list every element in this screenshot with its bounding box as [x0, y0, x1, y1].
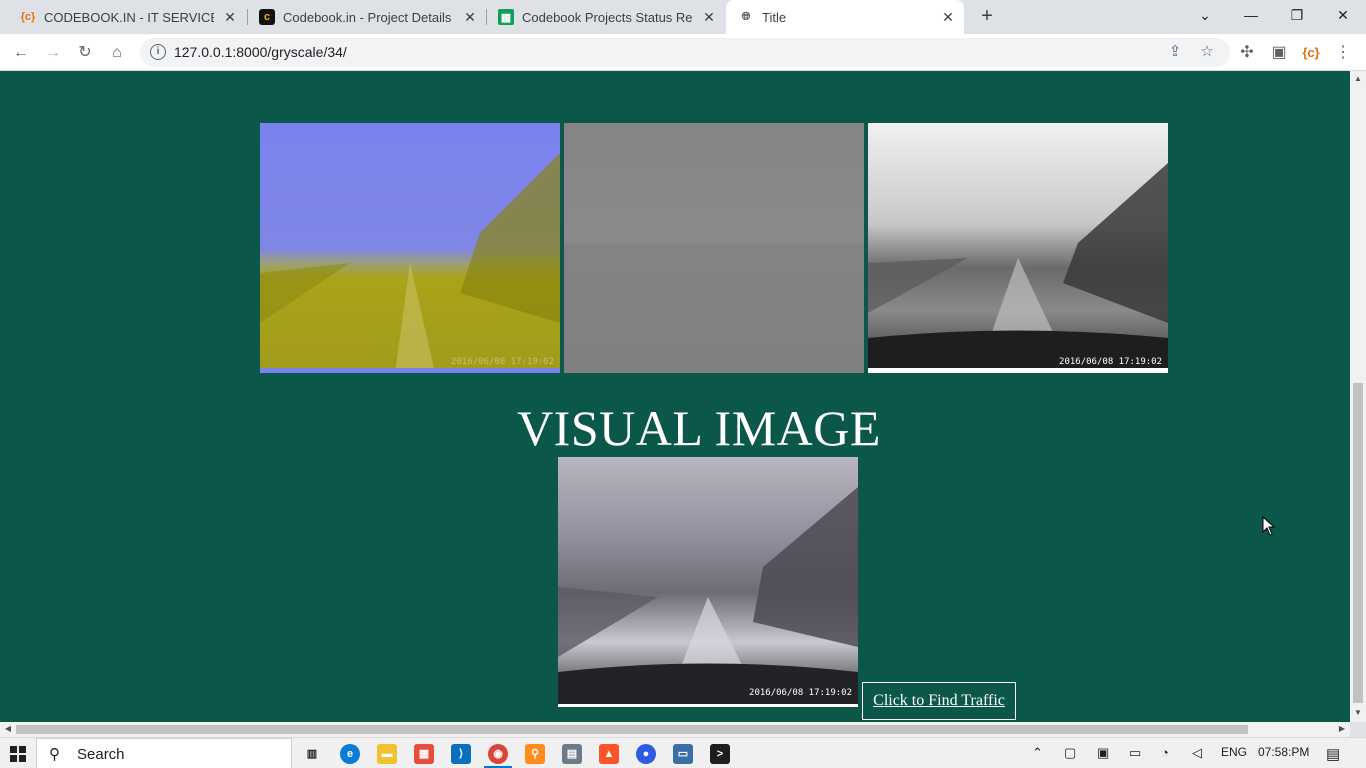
horizontal-scroll-thumb[interactable]	[16, 725, 1248, 734]
close-icon[interactable]: ✕	[701, 9, 717, 25]
tinted-image: 2016/06/08 17:19:02	[260, 123, 560, 373]
tab-project-details[interactable]: c Codebook.in - Project Details ✕	[247, 0, 486, 34]
horizontal-scrollbar[interactable]: ◀ ▶	[0, 722, 1350, 737]
tab-strip: {c} CODEBOOK.IN - IT SERVICES ✕ c Codebo…	[0, 0, 1366, 34]
vertical-scroll-thumb[interactable]	[1353, 383, 1363, 703]
home-icon[interactable]: ⌂	[104, 40, 130, 66]
codebook-extension-icon[interactable]: {c}	[1298, 40, 1324, 66]
page-content: 2016/06/08 17:19:02 2016/06/08 17:19:02 …	[0, 71, 1350, 722]
info-icon[interactable]: i	[150, 44, 166, 60]
vertical-scrollbar[interactable]: ▲ ▼	[1350, 71, 1366, 722]
side-panel-icon[interactable]: ▣	[1266, 40, 1292, 66]
tab-status-report[interactable]: ▦ Codebook Projects Status Report ✕	[486, 0, 725, 34]
volume-icon[interactable]: ◁	[1192, 745, 1202, 761]
taskbar-search-label: Search	[77, 746, 125, 763]
clock[interactable]: 07:58:PM	[1258, 745, 1309, 759]
terminal-icon[interactable]: >	[710, 744, 730, 764]
tab-title: Codebook Projects Status Report	[522, 9, 692, 25]
visual-image: 2016/06/08 17:19:02	[558, 457, 858, 707]
timestamp-label: 2016/06/08 17:19:02	[749, 688, 852, 698]
url-text[interactable]: 127.0.0.1:8000/gryscale/34/	[174, 44, 347, 60]
edge-icon[interactable]: e	[340, 744, 360, 764]
scroll-up-arrow-icon[interactable]: ▲	[1350, 74, 1366, 83]
timestamp-label: 2016/06/08 17:19:02	[451, 357, 554, 367]
task-view-icon[interactable]: ▥	[302, 744, 322, 764]
page-heading: VISUAL IMAGE	[517, 400, 881, 456]
taskbar-search[interactable]: ⚲ Search	[36, 738, 292, 768]
camera-icon[interactable]: ▢	[1064, 745, 1076, 761]
tab-title-active[interactable]: 🌐︎ Title ✕	[726, 0, 964, 34]
search-tool-icon[interactable]: ⚲	[525, 744, 545, 764]
wifi-icon[interactable]: ◔	[1161, 745, 1169, 760]
close-icon[interactable]: ✕	[940, 9, 956, 25]
brave-icon[interactable]: ▲	[599, 744, 619, 764]
share-icon[interactable]: ⇪	[1164, 41, 1186, 63]
tab-title: Codebook.in - Project Details	[283, 9, 452, 25]
chevron-up-icon[interactable]: ⌃	[1032, 745, 1043, 761]
minimize-button[interactable]: —	[1228, 0, 1274, 30]
reload-icon[interactable]: ↻	[72, 40, 98, 66]
tab-search-chevron-icon[interactable]: ⌄	[1182, 0, 1228, 30]
google-sheets-icon: ▦	[498, 9, 514, 25]
road-scene-illustration	[260, 153, 560, 373]
timestamp-label: 2016/06/08 17:19:02	[1059, 357, 1162, 367]
address-bar[interactable]: i 127.0.0.1:8000/gryscale/34/ ⇪ ☆	[140, 38, 1230, 67]
codebook-icon: {c}	[20, 11, 36, 23]
close-window-button[interactable]: ✕	[1320, 0, 1366, 30]
bw-image: 2016/06/08 17:19:02	[868, 123, 1168, 373]
find-traffic-button[interactable]: Click to Find Traffic	[862, 682, 1016, 720]
close-icon[interactable]: ✕	[462, 9, 478, 25]
forward-arrow-icon[interactable]: →	[40, 40, 66, 66]
browser-toolbar: ← → ↻ ⌂ i 127.0.0.1:8000/gryscale/34/ ⇪ …	[0, 34, 1366, 71]
windows-taskbar: ⚲ Search ▥ e ▬ ▦ ⟩ ◉ ⚲ ▤ ▲ ● ▭ > ⌃ ▢ ▣ ▭…	[0, 737, 1366, 768]
search-icon: ⚲	[49, 746, 60, 763]
tab-title: CODEBOOK.IN - IT SERVICES	[44, 9, 214, 25]
restore-button[interactable]: ❐	[1274, 0, 1320, 30]
language-indicator[interactable]: ENG	[1221, 745, 1247, 759]
mouse-cursor-icon	[1262, 516, 1276, 536]
windows-start-icon[interactable]	[10, 746, 26, 762]
bookmark-star-icon[interactable]: ☆	[1196, 41, 1218, 63]
menu-kebab-icon[interactable]: ⋮	[1330, 40, 1356, 66]
grayscale-image	[564, 123, 864, 373]
battery-icon[interactable]: ▭	[1129, 745, 1141, 761]
scroll-left-arrow-icon[interactable]: ◀	[0, 724, 16, 733]
remote-desktop-icon[interactable]: ▭	[673, 744, 693, 764]
chrome-icon[interactable]: ◉	[488, 744, 508, 764]
extensions-puzzle-icon[interactable]: ✣	[1234, 40, 1260, 66]
road-scene-illustration	[868, 163, 1168, 373]
zoom-icon[interactable]: ●	[636, 744, 656, 764]
back-arrow-icon[interactable]: ←	[8, 40, 34, 66]
road-scene-illustration	[558, 487, 858, 704]
store-icon[interactable]: ▦	[414, 744, 434, 764]
new-tab-button[interactable]: +	[975, 5, 999, 29]
flat-gray-texture	[564, 243, 864, 373]
codebook-dark-icon: c	[259, 9, 275, 25]
file-explorer-icon[interactable]: ▬	[377, 744, 397, 764]
globe-icon: 🌐︎	[741, 10, 751, 23]
close-icon[interactable]: ✕	[222, 9, 238, 25]
screen-icon[interactable]: ▣	[1097, 745, 1109, 761]
vscode-icon[interactable]: ⟩	[451, 744, 471, 764]
app-icon[interactable]: ▤	[562, 744, 582, 764]
scroll-right-arrow-icon[interactable]: ▶	[1334, 724, 1350, 733]
scroll-down-arrow-icon[interactable]: ▼	[1350, 708, 1366, 717]
tab-codebook-it-services[interactable]: {c} CODEBOOK.IN - IT SERVICES ✕	[8, 0, 246, 34]
tab-title: Title	[762, 9, 787, 25]
notifications-icon[interactable]: ▤	[1326, 745, 1340, 763]
